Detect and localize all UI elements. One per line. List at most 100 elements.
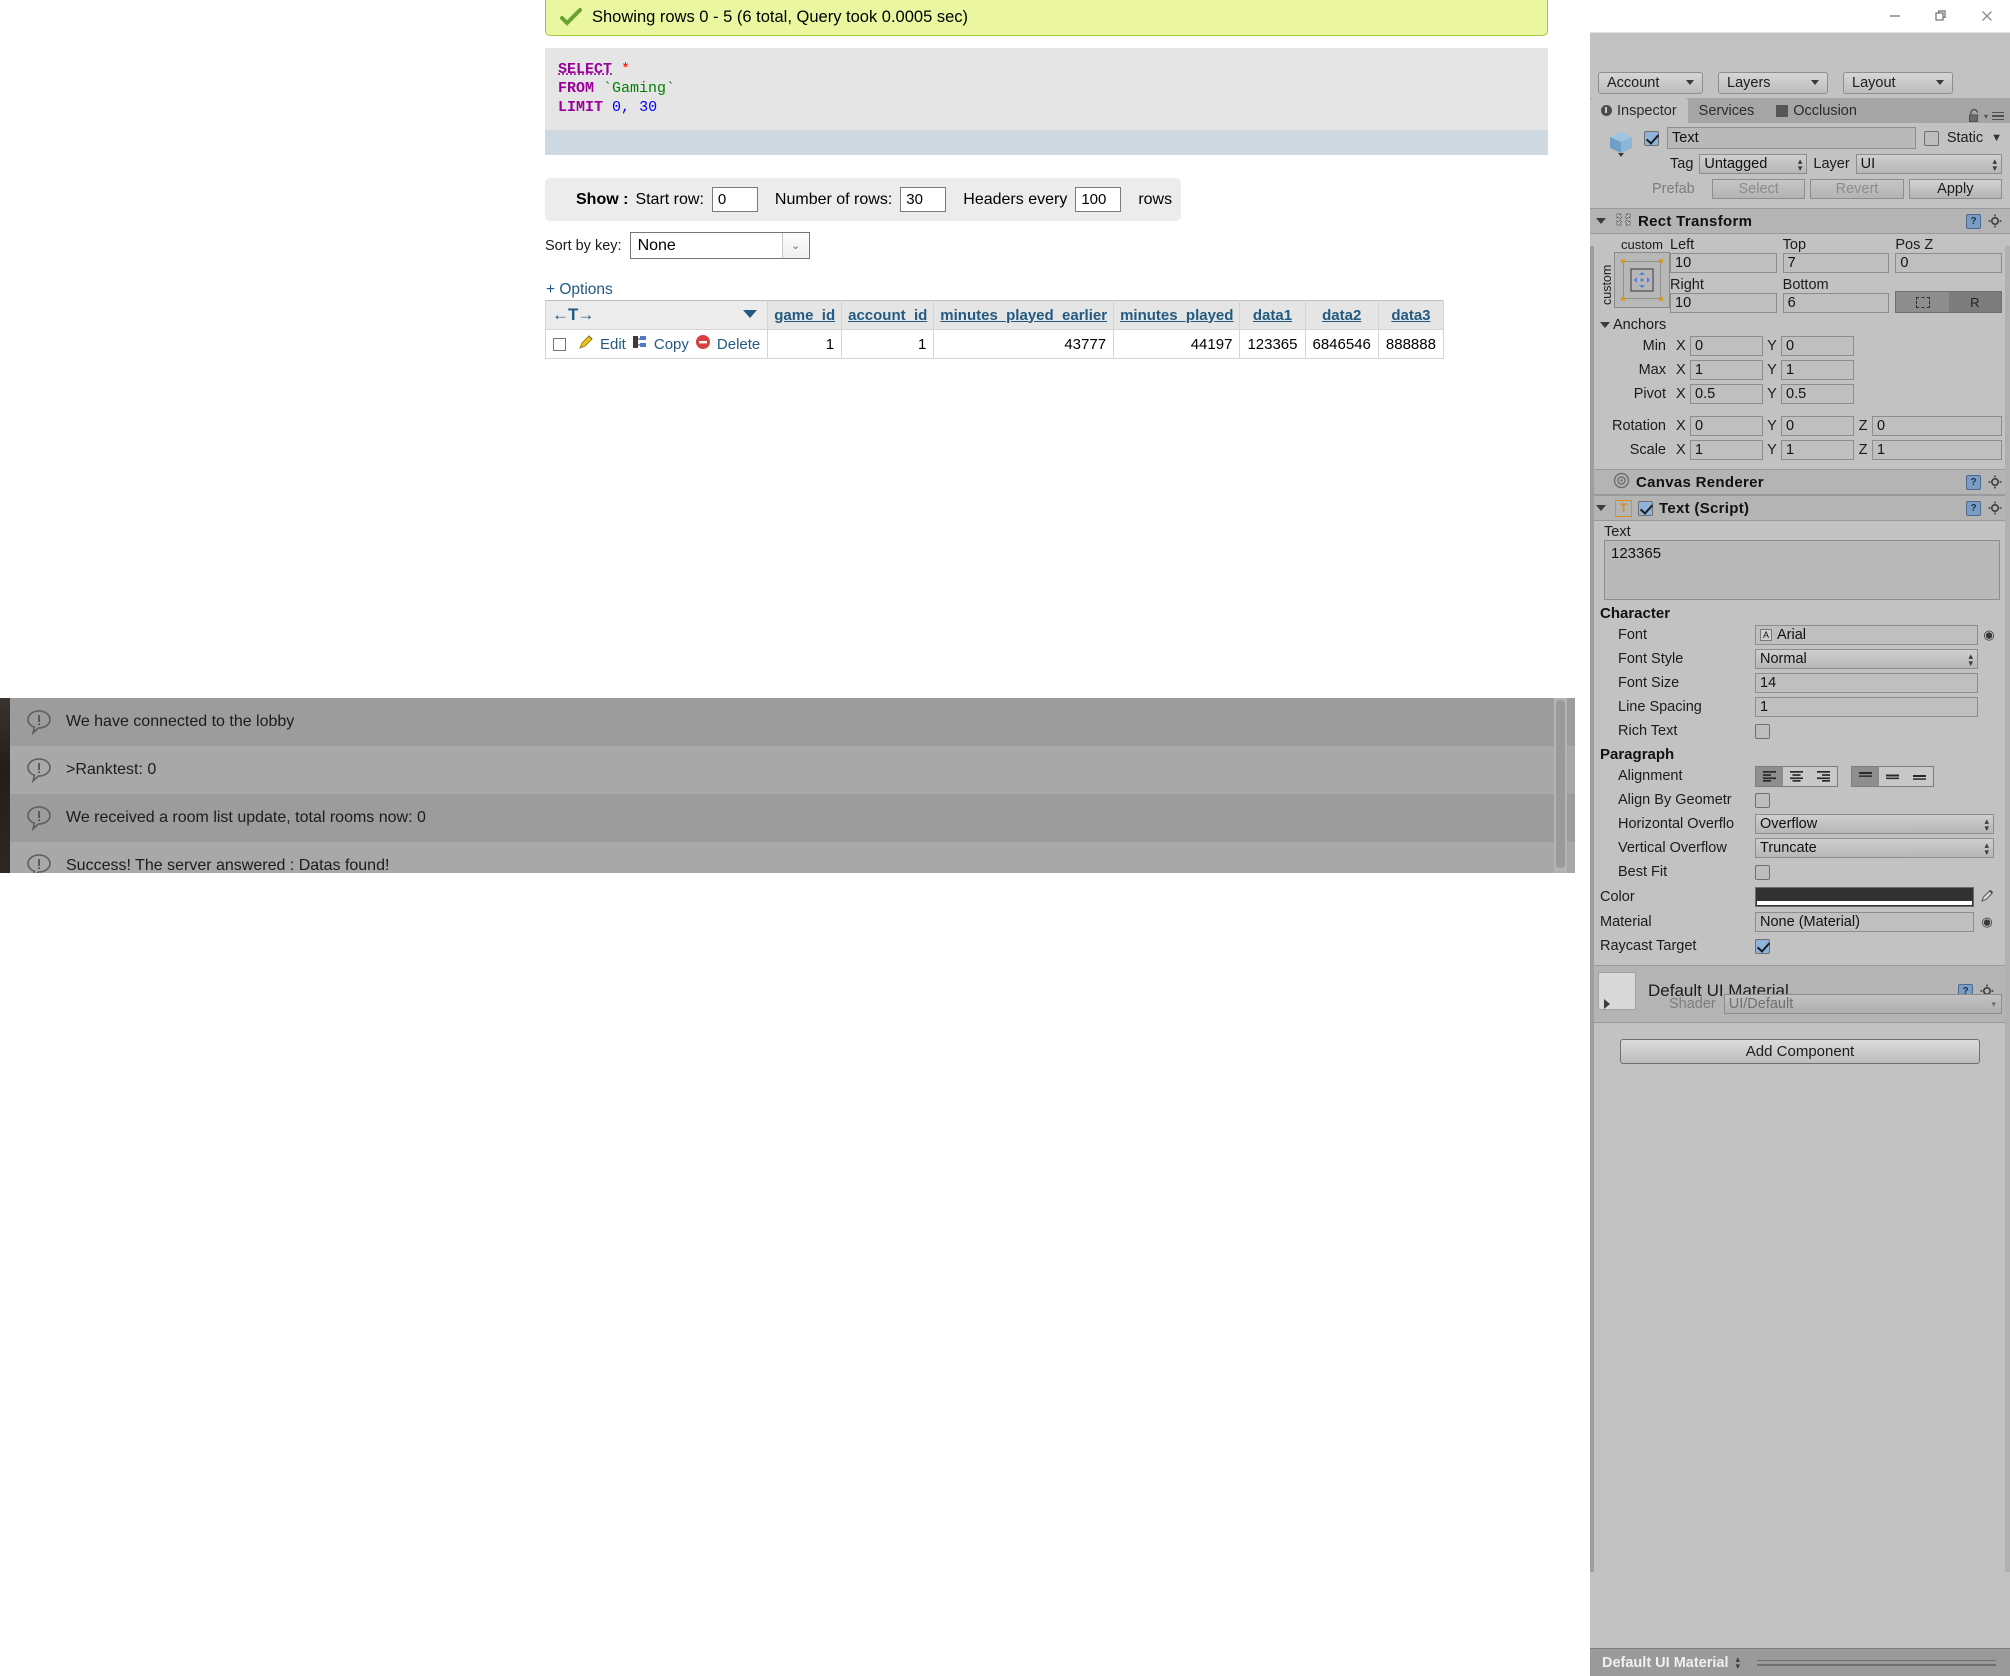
raw-edit-mode-button[interactable]: R xyxy=(1948,292,2002,312)
inspector-scrollbar[interactable] xyxy=(2005,246,2010,1572)
rect-transform-header[interactable]: Rect Transform ? xyxy=(1590,208,2010,234)
align-top-button[interactable] xyxy=(1852,766,1879,786)
right-input[interactable]: 10 xyxy=(1670,293,1777,313)
text-script-enabled-checkbox[interactable] xyxy=(1638,500,1653,516)
font-style-dropdown[interactable]: Normal ▴ ▾ xyxy=(1755,649,1978,669)
row-copy-link[interactable]: Copy xyxy=(654,336,689,353)
console-scrollbar[interactable] xyxy=(1554,698,1567,873)
foldout-icon[interactable] xyxy=(1596,218,1606,224)
left-input[interactable]: 10 xyxy=(1670,253,1777,273)
align-right-button[interactable] xyxy=(1810,766,1837,786)
anchor-min-y-input[interactable]: 0 xyxy=(1781,336,1854,356)
help-icon[interactable]: ? xyxy=(1966,474,1981,490)
column-header-account-id[interactable]: account_id xyxy=(841,300,935,330)
prefab-select-button[interactable]: Select xyxy=(1712,179,1806,199)
align-center-button[interactable] xyxy=(1783,766,1810,786)
horizontal-overflow-dropdown[interactable]: Overflow ▴ ▾ xyxy=(1755,814,1994,834)
font-object-field[interactable]: A Arial xyxy=(1755,625,1978,645)
restore-button[interactable] xyxy=(1918,0,1964,32)
bottom-input[interactable]: 6 xyxy=(1782,293,1890,313)
font-size-input[interactable]: 14 xyxy=(1755,673,1978,693)
raycast-target-checkbox[interactable] xyxy=(1755,938,1770,954)
sql-query-box[interactable]: SELECT * FROM `Gaming` LIMIT 0, 30 xyxy=(545,48,1548,130)
tab-services[interactable]: Services xyxy=(1688,98,1766,123)
text-script-header[interactable]: T Text (Script) ? xyxy=(1590,495,2010,521)
gear-icon[interactable] xyxy=(1988,475,2003,490)
align-bottom-button[interactable] xyxy=(1906,766,1933,786)
chevron-down-icon[interactable] xyxy=(743,310,758,318)
gear-icon[interactable] xyxy=(1988,214,2003,229)
layer-dropdown[interactable]: UI ▴ ▾ xyxy=(1855,154,2002,174)
scale-y-input[interactable]: 1 xyxy=(1781,440,1854,460)
anchor-max-x-input[interactable]: 1 xyxy=(1690,360,1763,380)
lock-icon[interactable] xyxy=(1968,108,1980,123)
color-swatch[interactable] xyxy=(1755,887,1974,907)
tag-dropdown[interactable]: Untagged ▴ ▾ xyxy=(1699,154,1808,174)
console-log-row[interactable]: Success! The server answered : Datas fou… xyxy=(10,842,1575,873)
start-row-input[interactable] xyxy=(711,187,758,212)
rotation-z-input[interactable]: 0 xyxy=(1872,416,2002,436)
rotation-x-input[interactable]: 0 xyxy=(1690,416,1763,436)
column-header-minutes-played-earlier[interactable]: minutes_played_earlier xyxy=(933,300,1115,330)
updown-icon[interactable]: ▴ ▾ xyxy=(1736,1654,1741,1670)
headers-every-input[interactable] xyxy=(1075,187,1122,212)
line-spacing-input[interactable]: 1 xyxy=(1755,697,1978,717)
column-header-data3[interactable]: data3 xyxy=(1377,300,1444,330)
pivot-x-input[interactable]: 0.5 xyxy=(1690,384,1763,404)
column-header-data2[interactable]: data2 xyxy=(1304,300,1379,330)
row-delete-link[interactable]: Delete xyxy=(717,336,760,353)
row-edit-link[interactable]: Edit xyxy=(600,336,626,353)
prefab-revert-button[interactable]: Revert xyxy=(1810,179,1904,199)
pivot-y-input[interactable]: 0.5 xyxy=(1781,384,1854,404)
rich-text-checkbox[interactable] xyxy=(1755,723,1770,739)
foldout-icon[interactable] xyxy=(1596,505,1606,511)
canvas-renderer-header[interactable]: Canvas Renderer ? xyxy=(1590,469,2010,495)
anchor-min-x-input[interactable]: 0 xyxy=(1690,336,1763,356)
minimize-button[interactable] xyxy=(1872,0,1918,32)
material-picker-icon[interactable]: ◉ xyxy=(1974,914,2000,930)
help-icon[interactable]: ? xyxy=(1966,500,1981,516)
account-dropdown[interactable]: Account xyxy=(1598,71,1703,94)
close-button[interactable] xyxy=(1964,0,2010,32)
prefab-apply-button[interactable]: Apply xyxy=(1908,179,2002,199)
gameobject-enabled-checkbox[interactable] xyxy=(1644,130,1659,146)
console-log-row[interactable]: We have connected to the lobby xyxy=(10,698,1575,746)
vertical-overflow-dropdown[interactable]: Truncate ▴ ▾ xyxy=(1755,838,1994,858)
table-nav-header[interactable]: ←T→ xyxy=(544,300,769,330)
shader-dropdown[interactable]: UI/Default ▾ xyxy=(1723,994,2002,1014)
tab-inspector[interactable]: Inspector xyxy=(1590,98,1688,123)
eyedropper-icon[interactable] xyxy=(1974,888,2000,907)
gameobject-name-input[interactable]: Text xyxy=(1667,127,1916,149)
static-checkbox[interactable] xyxy=(1923,130,1939,146)
text-value-textarea[interactable]: 123365 xyxy=(1604,540,2000,600)
rotation-y-input[interactable]: 0 xyxy=(1781,416,1854,436)
sort-by-key-select[interactable]: None ⌄ xyxy=(629,232,810,259)
number-of-rows-input[interactable] xyxy=(900,187,947,212)
menu-icon[interactable] xyxy=(1992,111,2004,121)
chevron-down-icon[interactable]: ▼ xyxy=(1991,132,2002,144)
layers-dropdown[interactable]: Layers xyxy=(1718,71,1828,94)
options-toggle-link[interactable]: + Options xyxy=(546,281,613,299)
material-object-field[interactable]: None (Material) xyxy=(1755,912,1974,932)
blueprint-mode-button[interactable] xyxy=(1896,292,1949,312)
align-left-button[interactable] xyxy=(1756,766,1783,786)
anchors-foldout-icon[interactable] xyxy=(1600,322,1610,328)
layout-dropdown[interactable]: Layout xyxy=(1843,71,1953,94)
best-fit-checkbox[interactable] xyxy=(1755,864,1770,880)
console-log-row[interactable]: We received a room list update, total ro… xyxy=(10,794,1575,842)
anchor-preset-button[interactable] xyxy=(1614,252,1670,308)
console-scrollbar-thumb[interactable] xyxy=(1556,700,1565,868)
column-header-game-id[interactable]: game_id xyxy=(767,300,843,330)
align-middle-button[interactable] xyxy=(1879,766,1906,786)
gear-icon[interactable] xyxy=(1988,501,2003,516)
row-select-checkbox[interactable] xyxy=(553,337,566,351)
tab-occlusion[interactable]: Occlusion xyxy=(1765,98,1868,123)
scale-x-input[interactable]: 1 xyxy=(1690,440,1763,460)
align-by-geometry-checkbox[interactable] xyxy=(1755,792,1770,808)
anchor-max-y-input[interactable]: 1 xyxy=(1781,360,1854,380)
font-picker-icon[interactable]: ◉ xyxy=(1978,627,2000,643)
posz-input[interactable]: 0 xyxy=(1895,253,2003,273)
top-input[interactable]: 7 xyxy=(1782,253,1890,273)
help-icon[interactable]: ? xyxy=(1966,213,1981,229)
column-header-data1[interactable]: data1 xyxy=(1239,300,1306,330)
